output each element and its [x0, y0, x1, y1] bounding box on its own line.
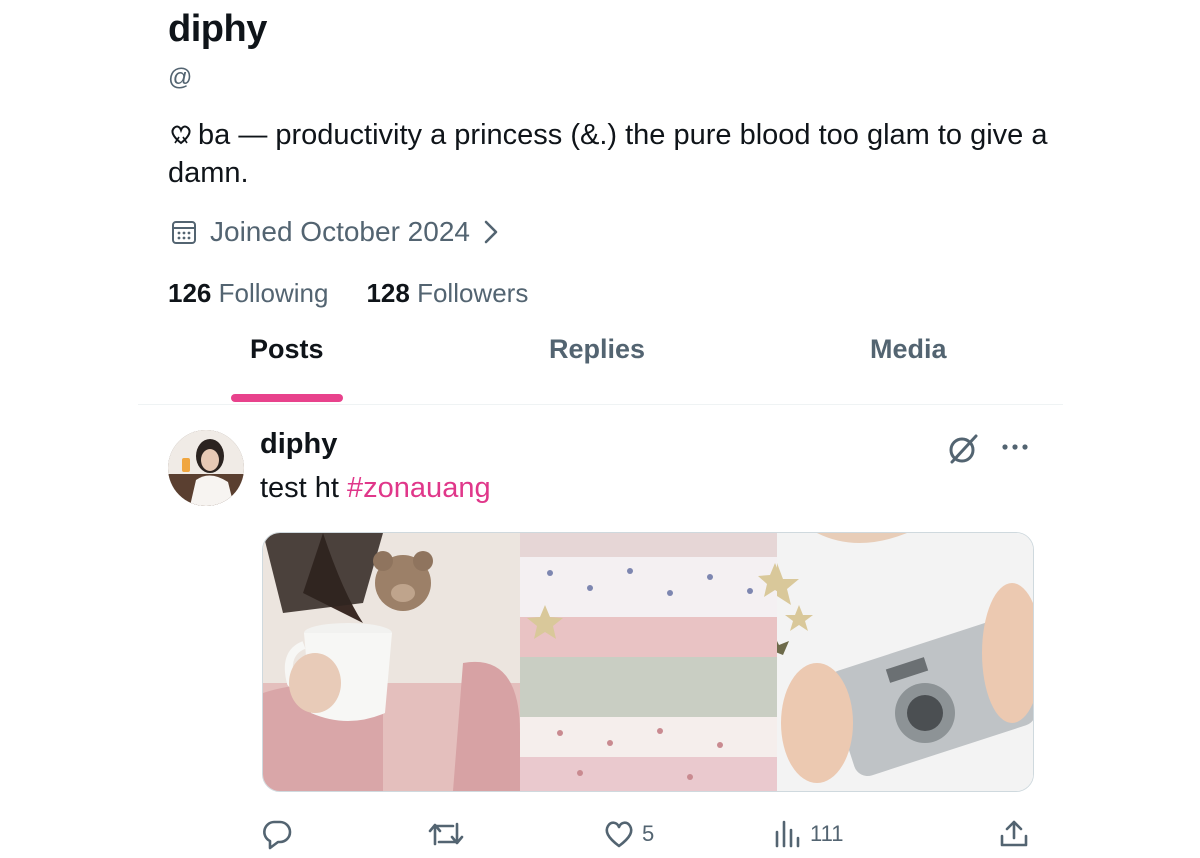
camera-photo-illustration	[777, 533, 1033, 791]
reply-button[interactable]	[260, 818, 300, 850]
views-button[interactable]: 111	[772, 818, 843, 850]
profile-bio: ba — productivity a princess (&.) the pu…	[168, 116, 1048, 192]
like-button[interactable]: 5	[602, 818, 654, 850]
tab-media[interactable]: Media	[870, 334, 947, 365]
media-photo-mug[interactable]	[263, 533, 520, 791]
profile-handle: @	[168, 64, 193, 91]
followers-link[interactable]: 128 Followers	[366, 278, 528, 309]
post-text: test ht #zonauang	[260, 472, 491, 505]
like-count: 5	[642, 821, 655, 846]
post-media[interactable]	[262, 532, 1034, 792]
post-author-name[interactable]: diphy	[260, 428, 337, 461]
heart-ribbon-icon	[171, 125, 191, 145]
media-photo-clothes[interactable]	[520, 533, 777, 791]
following-label: Following	[218, 278, 329, 308]
profile-bio-text: ba — productivity a princess (&.) the pu…	[168, 119, 1048, 189]
more-options-icon[interactable]	[1000, 432, 1030, 462]
post-text-body: test ht	[260, 472, 348, 504]
repost-button[interactable]	[427, 818, 471, 850]
follow-stats: 126 Following 128 Followers	[168, 278, 528, 309]
tab-posts[interactable]: Posts	[250, 334, 324, 365]
views-icon	[775, 820, 800, 848]
heart-icon	[605, 821, 633, 848]
active-tab-indicator	[231, 394, 343, 402]
views-count: 111	[810, 821, 844, 846]
post-hashtag[interactable]: #zonauang	[347, 472, 491, 504]
following-link[interactable]: 126 Following	[168, 278, 328, 309]
following-count: 126	[168, 278, 212, 308]
joined-date-text: Joined October 2024	[210, 216, 470, 247]
followers-label: Followers	[417, 278, 529, 308]
mug-photo-illustration	[263, 533, 520, 791]
repost-icon	[428, 822, 464, 846]
avatar-photo	[168, 430, 244, 506]
share-icon	[1000, 820, 1028, 847]
clothes-photo-illustration	[520, 533, 777, 791]
media-photo-camera[interactable]	[777, 533, 1033, 791]
calendar-icon	[172, 221, 196, 244]
post-author-avatar[interactable]	[168, 430, 244, 506]
joined-date-row[interactable]: Joined October 2024	[170, 216, 512, 248]
reply-icon	[263, 820, 292, 850]
chevron-right-icon	[484, 220, 498, 244]
grok-icon[interactable]	[946, 432, 980, 466]
share-button[interactable]	[998, 818, 1030, 850]
tab-replies[interactable]: Replies	[549, 334, 645, 365]
profile-display-name: diphy	[168, 8, 267, 50]
tabs-divider	[138, 404, 1063, 405]
followers-count: 128	[366, 278, 410, 308]
